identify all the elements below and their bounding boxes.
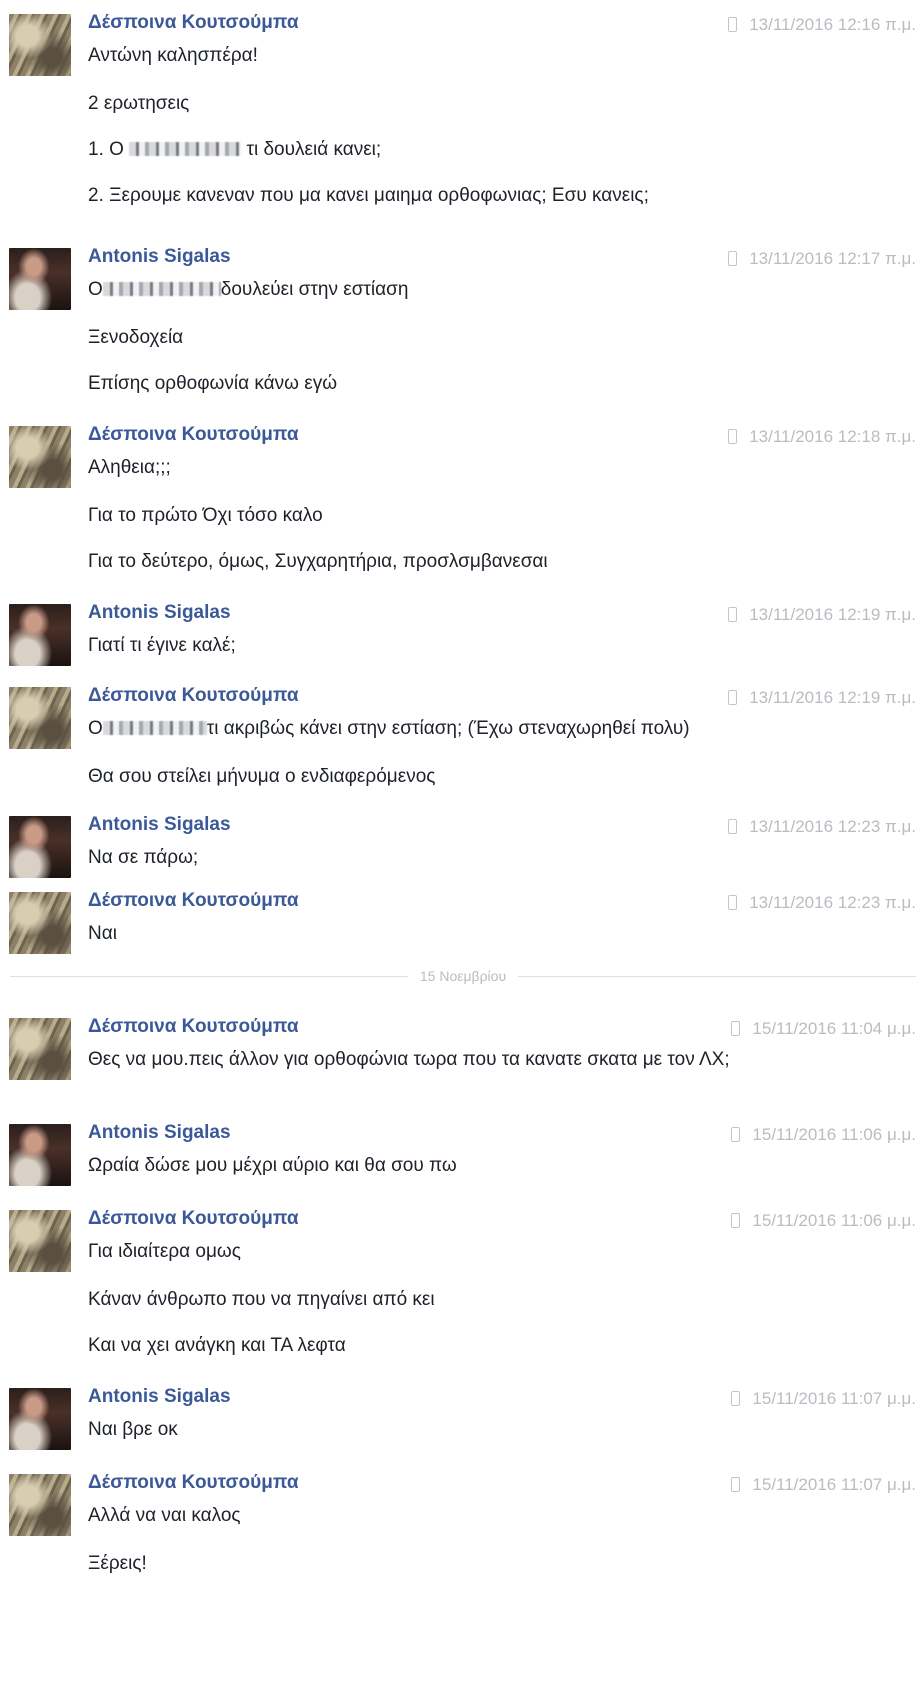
avatar[interactable]	[9, 248, 71, 310]
sender-name[interactable]: Δέσποινα Κουτσούμπα	[88, 681, 299, 711]
mobile-icon	[728, 429, 738, 444]
message-text: Αληθεια;;;	[88, 457, 171, 478]
message-text: Και να χει ανάγκη και ΤΑ λεφτα	[88, 1335, 346, 1356]
timestamp: 15/11/2016 11:07 μ.μ.	[731, 1386, 916, 1412]
timestamp: 15/11/2016 11:07 μ.μ.	[731, 1472, 916, 1498]
message-text: Οτι ακριβώς κάνει στην εστίαση; (Έχω στε…	[88, 715, 808, 743]
timestamp-text: 13/11/2016 12:16 π.μ.	[749, 15, 916, 34]
message-text: Αλλά να ναι καλος	[88, 1505, 241, 1526]
message-text: Γιατί τι έγινε καλέ;	[88, 635, 236, 656]
sender-name[interactable]: Δέσποινα Κουτσούμπα	[88, 886, 299, 916]
redacted-name	[102, 282, 221, 296]
sender-name[interactable]: Antonis Sigalas	[88, 1118, 231, 1148]
message-text-part: δουλεύει στην εστίαση	[220, 279, 409, 300]
message-text: Για ιδιαίτερα ομως	[88, 1241, 241, 1262]
message-text: 2 ερωτησεις	[88, 93, 190, 114]
timestamp: 13/11/2016 12:23 π.μ.	[728, 814, 916, 840]
avatar[interactable]	[9, 426, 71, 488]
message-text: Ναι βρε οκ	[88, 1419, 178, 1440]
mobile-icon	[731, 1391, 741, 1406]
sender-name[interactable]: Δέσποινα Κουτσούμπα	[88, 1204, 299, 1234]
message-text: Θα σου στείλει μήνυμα ο ενδιαφερόμενος	[88, 766, 436, 787]
message-text: Επίσης ορθοφωνία κάνω εγώ	[88, 373, 338, 394]
message-text-part: 1. Ο	[88, 139, 124, 160]
message-text-part: τι ακριβώς κάνει στην εστίαση; (Έχω στεν…	[206, 718, 690, 739]
message-text: Ωραία δώσε μου μέχρι αύριο και θα σου πω	[88, 1155, 457, 1176]
timestamp-text: 13/11/2016 12:17 π.μ.	[749, 249, 916, 268]
sender-name[interactable]: Antonis Sigalas	[88, 242, 231, 272]
timestamp: 15/11/2016 11:06 μ.μ.	[731, 1122, 916, 1148]
message-text: Αντώνη καλησπέρα!	[88, 45, 258, 66]
avatar[interactable]	[9, 604, 71, 666]
conversation-thread: Δέσποινα Κουτσούμπα 13/11/2016 12:16 π.μ…	[0, 0, 922, 1705]
mobile-icon	[728, 607, 738, 622]
avatar[interactable]	[9, 816, 71, 878]
avatar[interactable]	[9, 1018, 71, 1080]
timestamp-text: 15/11/2016 11:06 μ.μ.	[752, 1125, 916, 1144]
date-divider-label: 15 Νοεμβρίου	[407, 966, 519, 986]
message-text: Ναι	[88, 923, 117, 944]
avatar[interactable]	[9, 14, 71, 76]
message-text: Ξενοδοχεία	[88, 327, 184, 348]
avatar[interactable]	[9, 687, 71, 749]
timestamp-text: 15/11/2016 11:07 μ.μ.	[752, 1389, 916, 1408]
message-text: Ξέρεις!	[88, 1553, 147, 1574]
avatar[interactable]	[9, 1210, 71, 1272]
timestamp: 15/11/2016 11:06 μ.μ.	[731, 1208, 916, 1234]
message-text: Για το δεύτερο, όμως, Συγχαρητήρια, προσ…	[88, 551, 548, 572]
sender-name[interactable]: Antonis Sigalas	[88, 598, 231, 628]
mobile-icon	[731, 1127, 741, 1142]
timestamp-text: 13/11/2016 12:19 π.μ.	[749, 688, 916, 707]
sender-name[interactable]: Δέσποινα Κουτσούμπα	[88, 1012, 299, 1042]
timestamp: 13/11/2016 12:16 π.μ.	[728, 12, 916, 38]
message-text: Κάναν άνθρωπο που να πηγαίνει από κει	[88, 1289, 435, 1310]
mobile-icon	[731, 1021, 741, 1036]
message-text: Να σε πάρω;	[88, 847, 199, 868]
sender-name[interactable]: Δέσποινα Κουτσούμπα	[88, 8, 299, 38]
mobile-icon	[728, 251, 738, 266]
mobile-icon	[728, 17, 738, 32]
timestamp: 13/11/2016 12:17 π.μ.	[728, 246, 916, 272]
sender-name[interactable]: Antonis Sigalas	[88, 1382, 231, 1412]
timestamp-text: 15/11/2016 11:04 μ.μ.	[752, 1019, 916, 1038]
message-text-part: τι δουλειά κανει;	[246, 139, 382, 160]
avatar[interactable]	[9, 1474, 71, 1536]
timestamp-text: 13/11/2016 12:18 π.μ.	[749, 427, 916, 446]
redacted-name	[129, 142, 242, 156]
timestamp-text: 13/11/2016 12:23 π.μ.	[749, 893, 916, 912]
message-text: Θες να μου.πεις άλλον για ορθοφώνια τωρα…	[88, 1049, 730, 1070]
timestamp: 13/11/2016 12:18 π.μ.	[728, 424, 916, 450]
mobile-icon	[728, 819, 738, 834]
message-text: 2. Ξερουμε κανεναν που μα κανει μαιημα ο…	[88, 185, 649, 206]
date-divider: 15 Νοεμβρίου	[10, 966, 916, 986]
timestamp: 13/11/2016 12:19 π.μ.	[728, 602, 916, 628]
redacted-name	[102, 721, 207, 735]
mobile-icon	[731, 1477, 741, 1492]
timestamp-text: 15/11/2016 11:06 μ.μ.	[752, 1211, 916, 1230]
timestamp: 13/11/2016 12:23 π.μ.	[728, 890, 916, 916]
timestamp: 15/11/2016 11:04 μ.μ.	[731, 1016, 916, 1042]
timestamp-text: 13/11/2016 12:19 π.μ.	[749, 605, 916, 624]
mobile-icon	[731, 1213, 741, 1228]
sender-name[interactable]: Δέσποινα Κουτσούμπα	[88, 1468, 299, 1498]
mobile-icon	[728, 895, 738, 910]
avatar[interactable]	[9, 1124, 71, 1186]
timestamp: 13/11/2016 12:19 π.μ.	[728, 685, 916, 711]
message-text: 1. Ο τι δουλειά κανει;	[88, 136, 808, 164]
message-text: Οδουλεύει στην εστίαση	[88, 276, 808, 304]
sender-name[interactable]: Δέσποινα Κουτσούμπα	[88, 420, 299, 450]
message-text-part: Ο	[88, 718, 103, 739]
mobile-icon	[728, 690, 738, 705]
message-text-part: Ο	[88, 279, 103, 300]
timestamp-text: 15/11/2016 11:07 μ.μ.	[752, 1475, 916, 1494]
avatar[interactable]	[9, 892, 71, 954]
sender-name[interactable]: Antonis Sigalas	[88, 810, 231, 840]
avatar[interactable]	[9, 1388, 71, 1450]
message-text: Για το πρώτο Όχι τόσο καλο	[88, 505, 323, 526]
timestamp-text: 13/11/2016 12:23 π.μ.	[749, 817, 916, 836]
